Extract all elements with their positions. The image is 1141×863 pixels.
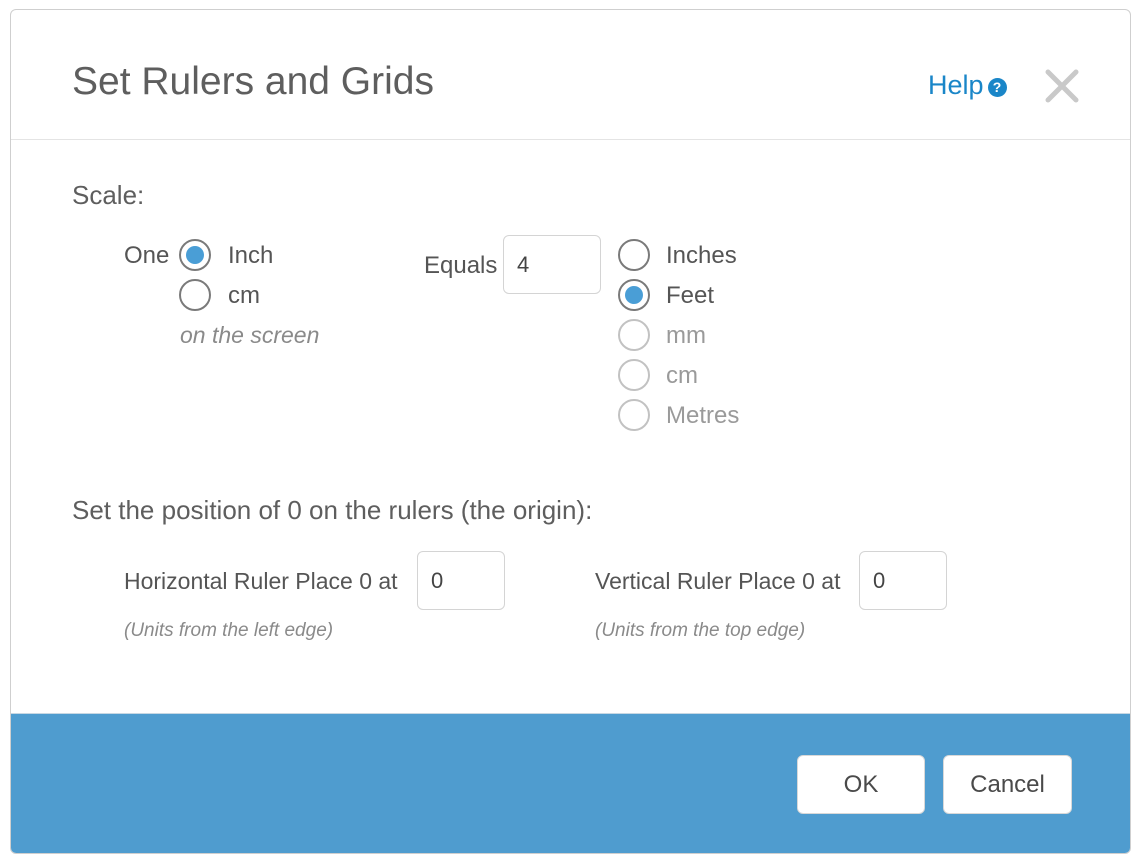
close-button[interactable] [1042, 66, 1082, 106]
one-label: One [124, 242, 170, 269]
help-link[interactable]: Help? [928, 70, 1007, 101]
dialog-title: Set Rulers and Grids [72, 60, 434, 103]
horizontal-units-note: (Units from the left edge) [124, 620, 334, 641]
on-screen-note: on the screen [180, 322, 320, 348]
equals-label: Equals [424, 252, 498, 279]
help-label: Help [928, 70, 984, 100]
radio-selected-dot [186, 246, 204, 264]
ok-button[interactable]: OK [797, 755, 925, 814]
close-x-icon [1045, 69, 1079, 103]
scale-section-label: Scale: [72, 180, 145, 210]
rulers-grids-dialog: Set Rulers and Grids Help? Scale: One In… [10, 9, 1131, 854]
radio-inch-label: Inch [228, 242, 274, 269]
radio-metres-label: Metres [666, 402, 740, 429]
dialog-footer: OK Cancel [11, 713, 1130, 853]
horizontal-origin-input[interactable] [417, 551, 505, 610]
radio-feet-label: Feet [666, 282, 715, 309]
radio-selected-dot [625, 286, 643, 304]
vertical-ruler-label: Vertical Ruler Place 0 at [595, 568, 841, 594]
dialog-header: Set Rulers and Grids Help? [11, 10, 1130, 140]
equals-value-input[interactable] [503, 235, 601, 294]
question-circle-icon: ? [987, 78, 1007, 97]
radio-inch[interactable] [179, 239, 211, 271]
radio-cm-real [618, 359, 650, 391]
radio-cm-screen-label: cm [228, 282, 260, 309]
radio-cm-real-label: cm [666, 362, 698, 389]
radio-mm-label: mm [666, 322, 706, 349]
radio-inches-label: Inches [666, 242, 737, 269]
horizontal-ruler-label: Horizontal Ruler Place 0 at [124, 568, 398, 594]
radio-cm-screen[interactable] [179, 279, 211, 311]
radio-inches[interactable] [618, 239, 650, 271]
radio-feet[interactable] [618, 279, 650, 311]
radio-metres [618, 399, 650, 431]
radio-mm [618, 319, 650, 351]
cancel-button[interactable]: Cancel [943, 755, 1072, 814]
vertical-units-note: (Units from the top edge) [595, 620, 806, 641]
vertical-origin-input[interactable] [859, 551, 947, 610]
origin-section-label: Set the position of 0 on the rulers (the… [72, 495, 593, 525]
